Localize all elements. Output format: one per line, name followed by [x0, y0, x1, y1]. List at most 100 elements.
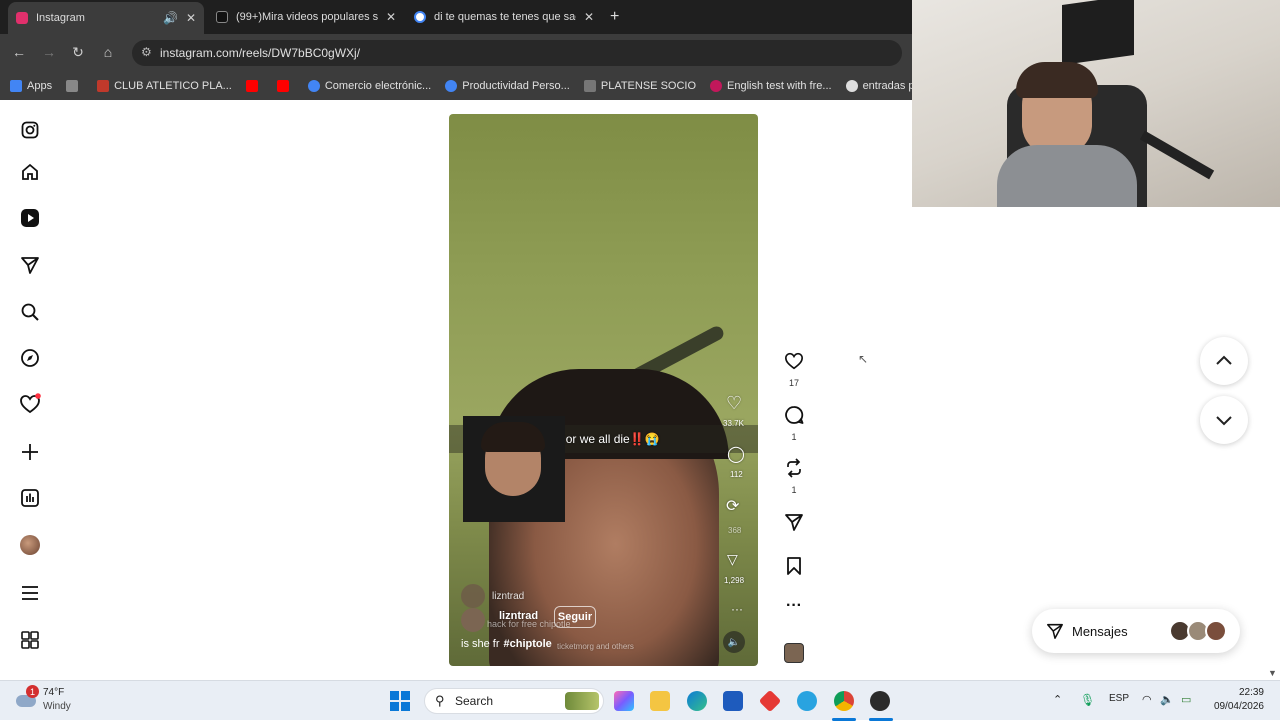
previous-reel-button[interactable] [1200, 337, 1248, 385]
obs-icon[interactable] [870, 691, 890, 711]
repost-action[interactable]: 1 [780, 458, 808, 495]
reel-caption: is she fr #chiptole [461, 638, 552, 650]
reels-icon[interactable] [19, 207, 41, 229]
windows-start-icon[interactable] [390, 691, 410, 711]
home-icon[interactable] [19, 161, 41, 183]
google-icon [445, 80, 458, 92]
address-bar[interactable]: ⚙ instagram.com/reels/DW7bBC0gWXj/ [132, 40, 902, 66]
microphone-arm [1139, 130, 1215, 180]
bookmark-apps[interactable]: Apps [10, 80, 52, 92]
language-indicator[interactable]: ESP [1109, 693, 1129, 704]
comment-icon[interactable] [784, 405, 804, 425]
repost-icon[interactable] [784, 458, 804, 478]
tiktok-favicon-icon [216, 11, 228, 23]
author-avatar[interactable] [461, 608, 485, 632]
bookmark-productividad[interactable]: Productividad Perso... [445, 80, 570, 92]
heart-icon[interactable] [784, 351, 804, 371]
scroll-down-arrow[interactable]: ▼ [1268, 668, 1277, 678]
menu-icon[interactable] [19, 582, 41, 604]
tab-strip: Instagram 🔊 ✕ (99+)Mira videos populares… [0, 0, 912, 34]
home-button[interactable]: ⌂ [99, 44, 117, 60]
tab-title: Instagram [36, 12, 85, 24]
clock-time[interactable]: 22:39 [1228, 687, 1264, 698]
url-text: instagram.com/reels/DW7bBC0gWXj/ [160, 46, 361, 60]
bookmark-youtube-1[interactable] [245, 80, 263, 92]
reposts-count: 1 [791, 485, 797, 495]
close-tab-icon[interactable]: ✕ [386, 10, 396, 24]
speaker-icon[interactable]: 🔊 [163, 11, 178, 25]
bookmark-grid[interactable] [66, 80, 83, 92]
battery-icon[interactable]: ▭ [1181, 693, 1191, 706]
volume-icon[interactable]: 🔈 [1160, 693, 1174, 706]
bookmark-club-atletico[interactable]: CLUB ATLETICO PLA... [97, 80, 232, 92]
ef-icon [710, 80, 723, 92]
caption-text: is she fr [461, 638, 500, 650]
tab-tiktok[interactable]: (99+)Mira videos populares sel ✕ [208, 4, 404, 30]
create-icon[interactable] [19, 441, 41, 463]
close-tab-icon[interactable]: ✕ [186, 11, 196, 25]
search-icon[interactable] [19, 301, 41, 323]
tab-instagram[interactable]: Instagram 🔊 ✕ [8, 2, 204, 34]
tray-overflow-icon[interactable]: ⌃ [1053, 693, 1062, 706]
share-action[interactable] [780, 512, 808, 537]
copilot-icon[interactable] [614, 691, 634, 711]
reload-button[interactable]: ↻ [69, 44, 87, 61]
telegram-icon[interactable] [797, 691, 817, 711]
bookmark-icon[interactable] [784, 556, 804, 576]
wifi-icon[interactable]: ◠ [1142, 693, 1152, 706]
clock-date[interactable]: 09/04/2026 [1210, 701, 1264, 712]
messages-label: Mensajes [1072, 623, 1128, 639]
back-button[interactable]: ← [10, 44, 28, 60]
app-icon[interactable] [758, 689, 782, 713]
chrome-icon[interactable] [834, 691, 854, 711]
grid-icon [66, 80, 79, 92]
file-explorer-icon[interactable] [650, 691, 670, 711]
save-action[interactable] [780, 556, 808, 581]
taskbar-search[interactable]: ⚲ Search [424, 688, 604, 714]
chevron-down-icon [1216, 416, 1232, 426]
bookmark-youtube-2[interactable] [276, 80, 294, 92]
microphone-icon[interactable]: 🎙 [1080, 693, 1095, 707]
next-reel-button[interactable] [1200, 396, 1248, 444]
close-tab-icon[interactable]: ✕ [584, 10, 594, 24]
reel-video[interactable]: hipotle or we all die‼️😭 ♡ 33.7K ◯ 112 ⟳… [449, 114, 758, 666]
store-icon[interactable] [723, 691, 743, 711]
likes-count: 17 [788, 378, 799, 388]
search-placeholder: Search [455, 694, 494, 708]
profile-avatar[interactable] [19, 534, 41, 556]
streamer-hair [1016, 62, 1098, 98]
bookmark-english-test[interactable]: English test with fre... [710, 80, 832, 92]
explore-icon[interactable] [19, 347, 41, 369]
weather-widget[interactable]: 1 [14, 685, 39, 713]
audio-thumbnail[interactable] [784, 643, 804, 663]
comment-action[interactable]: 1 [780, 405, 808, 442]
forward-button[interactable]: → [40, 44, 58, 60]
webcam-overlay [912, 0, 1280, 207]
new-tab-button[interactable]: + [610, 8, 619, 26]
more-apps-icon[interactable] [19, 629, 41, 651]
site-info-icon[interactable]: ⚙ [141, 45, 152, 59]
weather-temp: 74°F [43, 687, 65, 698]
messages-icon[interactable] [19, 254, 41, 276]
inner-description: hack for free chipotle [487, 619, 571, 629]
share-icon[interactable] [784, 512, 804, 532]
dashboard-icon[interactable] [19, 487, 41, 509]
inner-reposts-count: 368 [728, 526, 742, 535]
bookmark-comercio[interactable]: Comercio electrónic... [307, 80, 431, 92]
bookmark-label: English test with fre... [727, 80, 832, 92]
caption-hashtag[interactable]: #chiptole [504, 638, 552, 650]
mute-toggle-icon[interactable]: 🔈 [723, 631, 745, 653]
weather-badge: 1 [26, 685, 39, 698]
inset-video-clip [463, 416, 565, 522]
edge-icon[interactable] [687, 691, 707, 711]
like-action[interactable]: 17 [780, 351, 808, 388]
google-favicon-icon [414, 11, 426, 23]
inner-username: lizntrad [492, 591, 525, 602]
more-options-icon[interactable]: ··· [780, 597, 808, 615]
bookmark-platense-socio[interactable]: PLATENSE SOCIO [583, 80, 696, 92]
notifications-icon[interactable] [19, 393, 41, 415]
bookmarks-bar: Apps CLUB ATLETICO PLA... Comercio elect… [0, 72, 950, 100]
instagram-logo-icon[interactable] [19, 119, 41, 141]
tab-google[interactable]: di te quemas te tenes que saca ✕ [406, 4, 602, 30]
messages-pill[interactable]: Mensajes [1032, 609, 1240, 653]
